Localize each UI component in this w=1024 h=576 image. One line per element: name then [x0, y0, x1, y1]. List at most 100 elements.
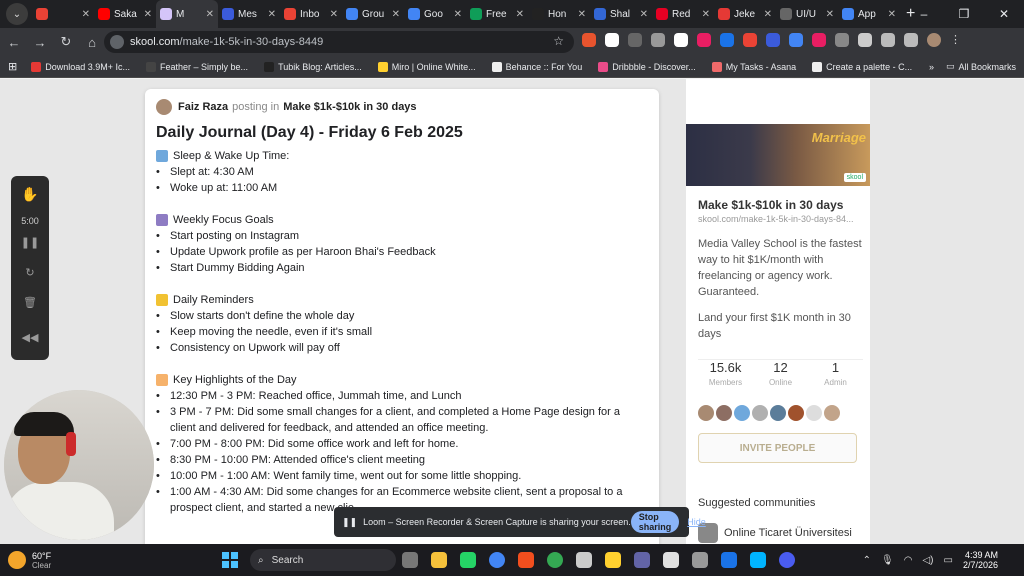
browser-tab[interactable]: Free ✕ — [466, 0, 528, 28]
author-name[interactable]: Faiz Raza — [178, 101, 228, 113]
member-avatar[interactable] — [716, 405, 732, 421]
miro-icon[interactable] — [605, 552, 621, 568]
browser-tab[interactable]: Saka ✕ — [94, 0, 156, 28]
chevron-up-icon[interactable]: ⌃ — [863, 555, 871, 566]
trash-icon[interactable]: 🗑 — [11, 296, 49, 309]
bookmark-item[interactable]: Download 3.9M+ Ic... — [31, 61, 130, 72]
app-icon[interactable] — [750, 552, 766, 568]
author-avatar[interactable] — [156, 99, 172, 115]
extension-icon[interactable] — [651, 33, 665, 47]
bookmark-item[interactable]: My Tasks - Asana — [711, 61, 796, 72]
back-icon[interactable]: ← — [2, 35, 26, 50]
browser-tab[interactable]: Red ✕ — [652, 0, 714, 28]
download-icon[interactable] — [881, 33, 895, 47]
restart-icon[interactable]: ↻ — [11, 266, 49, 279]
tab-close-icon[interactable]: ✕ — [330, 9, 338, 20]
sidebar-icon[interactable] — [904, 33, 918, 47]
file-explorer-icon[interactable] — [431, 552, 447, 568]
apps-grid-icon[interactable]: ⊞ — [8, 60, 17, 73]
browser-tab[interactable]: App ✕ — [838, 0, 900, 28]
member-avatar[interactable] — [788, 405, 804, 421]
taskbar-search[interactable]: ⌕ Search — [250, 549, 396, 571]
bookmark-item[interactable]: Miro | Online White... — [377, 61, 476, 72]
sharing-grip-icon[interactable]: ❚❚ — [342, 517, 357, 528]
clock[interactable]: 4:39 AM 2/7/2026 — [963, 550, 998, 570]
home-icon[interactable]: ⌂ — [80, 35, 104, 50]
tab-close-icon[interactable]: ✕ — [888, 9, 896, 20]
member-avatar[interactable] — [698, 405, 714, 421]
weather-widget[interactable]: 60°F Clear — [8, 551, 51, 570]
app-icon[interactable] — [663, 552, 679, 568]
tab-close-icon[interactable]: ✕ — [392, 9, 400, 20]
restore-icon[interactable]: ❐ — [944, 0, 984, 28]
microphone-icon[interactable]: 🎙 — [881, 555, 894, 566]
hide-button[interactable]: Hide — [687, 517, 706, 527]
hand-grab-icon[interactable]: ✋ — [11, 186, 49, 203]
stat-item[interactable]: 12 Online — [753, 360, 808, 387]
site-info-icon[interactable] — [110, 35, 124, 49]
stat-item[interactable]: 1 Admin — [808, 360, 863, 387]
extensions-puzzle-icon[interactable] — [858, 33, 872, 47]
stat-item[interactable]: 15.6k Members — [698, 360, 753, 387]
extension-icon[interactable] — [766, 33, 780, 47]
profile-avatar[interactable] — [927, 33, 941, 47]
extension-icon[interactable] — [582, 33, 596, 47]
extension-icon[interactable] — [743, 33, 757, 47]
browser-tab[interactable]: Inbo ✕ — [280, 0, 342, 28]
tab-close-icon[interactable]: ✕ — [144, 9, 152, 20]
member-avatar[interactable] — [734, 405, 750, 421]
bookmark-item[interactable]: Tubik Blog: Articles... — [264, 61, 362, 72]
forward-icon[interactable]: → — [28, 35, 52, 50]
browser-tab[interactable]: Mes ✕ — [218, 0, 280, 28]
close-window-icon[interactable]: ✕ — [984, 0, 1024, 28]
browser-tab[interactable]: Shal ✕ — [590, 0, 652, 28]
browser-tab[interactable]: Goo ✕ — [404, 0, 466, 28]
calculator-icon[interactable] — [692, 552, 708, 568]
teams-icon[interactable] — [634, 552, 650, 568]
extension-icon[interactable] — [789, 33, 803, 47]
stop-sharing-button[interactable]: Stop sharing — [630, 511, 680, 533]
bookmark-item[interactable]: Dribbble - Discover... — [598, 61, 696, 72]
tab-close-icon[interactable]: ✕ — [640, 9, 648, 20]
suggested-community-item[interactable]: Online Ticaret Üniversitesi — [698, 523, 852, 543]
bookmark-item[interactable]: Create a palette - C... — [812, 61, 912, 72]
browser-tab[interactable]: Jeke ✕ — [714, 0, 776, 28]
extension-icon[interactable] — [628, 33, 642, 47]
community-url[interactable]: skool.com/make-1k-5k-in-30-days-84... — [698, 214, 854, 224]
tab-close-icon[interactable]: ✕ — [454, 9, 462, 20]
chrome-icon[interactable] — [489, 552, 505, 568]
task-view-icon[interactable] — [402, 552, 418, 568]
windows-start-icon[interactable] — [222, 552, 238, 568]
minimize-icon[interactable]: – — [904, 0, 944, 28]
extension-icon[interactable] — [720, 33, 734, 47]
browser-tab[interactable]: ✕ — [32, 0, 94, 28]
extension-icon[interactable] — [697, 33, 711, 47]
slack-icon[interactable] — [576, 552, 592, 568]
tab-close-icon[interactable]: ✕ — [702, 9, 710, 20]
chrome-profile-icon[interactable] — [547, 552, 563, 568]
webcam-bubble[interactable] — [4, 390, 154, 540]
group-name-link[interactable]: Make $1k-$10k in 30 days — [283, 101, 416, 113]
community-banner[interactable]: Marriage skool — [686, 124, 870, 186]
all-bookmarks-button[interactable]: » ▭ All Bookmarks — [929, 61, 1016, 72]
tab-close-icon[interactable]: ✕ — [578, 9, 586, 20]
tab-search-button[interactable]: ⌄ — [6, 3, 28, 25]
member-avatar[interactable] — [770, 405, 786, 421]
tab-close-icon[interactable]: ✕ — [764, 9, 772, 20]
tab-close-icon[interactable]: ✕ — [268, 9, 276, 20]
browser-tab[interactable]: M ✕ — [156, 0, 218, 28]
app-icon[interactable] — [779, 552, 795, 568]
bookmark-item[interactable]: Behance :: For You — [491, 61, 582, 72]
battery-icon[interactable]: ▭ — [944, 555, 953, 566]
bookmark-star-icon[interactable]: ☆ — [553, 34, 564, 48]
address-bar[interactable]: skool.com/make-1k-5k-in-30-days-8449 ☆ — [104, 31, 574, 53]
browser-tab[interactable]: Grou ✕ — [342, 0, 404, 28]
chrome-menu-icon[interactable]: ⋮ — [950, 33, 964, 47]
reload-icon[interactable]: ↻ — [54, 34, 78, 50]
member-avatar[interactable] — [806, 405, 822, 421]
invite-people-button[interactable]: INVITE PEOPLE — [698, 433, 857, 463]
collapse-icon[interactable]: ◀◀ — [11, 331, 49, 344]
extension-icon[interactable] — [812, 33, 826, 47]
tab-close-icon[interactable]: ✕ — [206, 9, 214, 20]
extension-icon[interactable] — [835, 33, 849, 47]
